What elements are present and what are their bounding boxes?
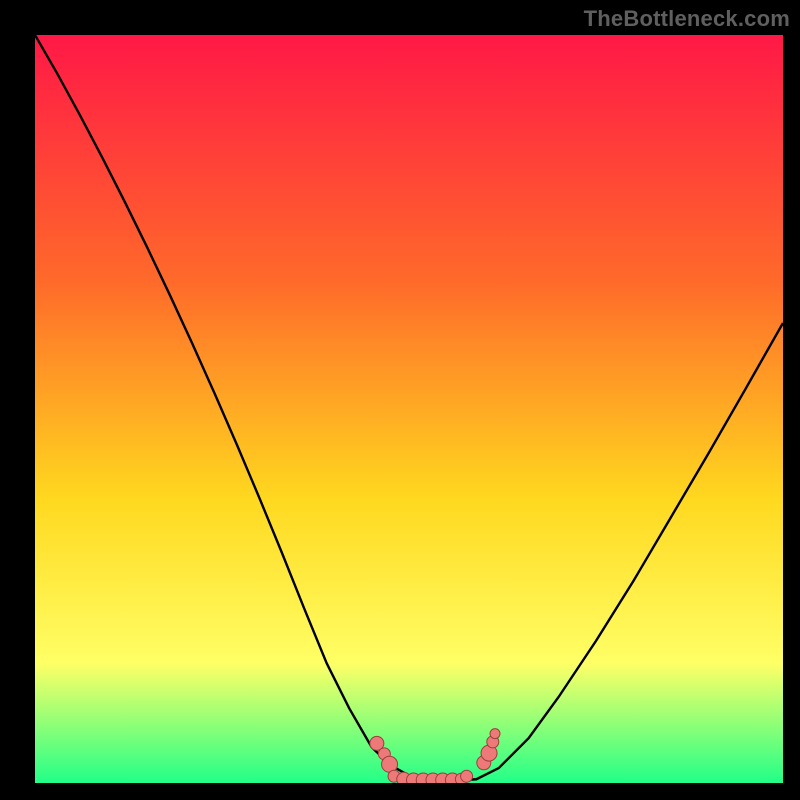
gradient-background [35, 35, 783, 783]
attribution-text: TheBottleneck.com [584, 6, 790, 32]
chart-plot [35, 35, 783, 783]
curve-marker [490, 729, 500, 739]
chart-frame: TheBottleneck.com [0, 0, 800, 800]
curve-marker [461, 770, 473, 782]
